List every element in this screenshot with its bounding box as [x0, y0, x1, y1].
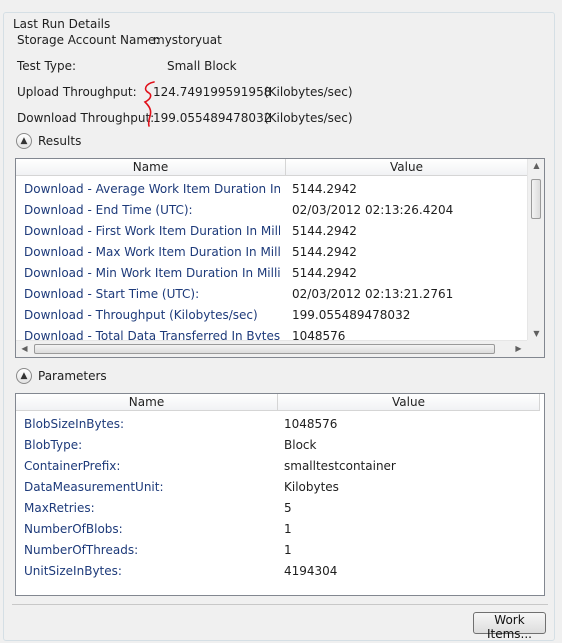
parameters-name-header[interactable]: Name: [16, 394, 278, 411]
row-name-cell: Download - Min Work Item Duration In Mil…: [24, 266, 280, 280]
upload-throughput-label: Upload Throughput:: [17, 85, 137, 99]
results-horizontal-scrollbar[interactable]: ◀ ▶: [16, 340, 527, 357]
row-value-cell: 02/03/2012 02:13:21.2761: [292, 287, 454, 301]
results-collapse-button[interactable]: ▲: [16, 133, 32, 149]
row-name-cell: BlobSizeInBytes:: [24, 417, 125, 431]
row-value-cell: 5144.2942: [292, 245, 357, 259]
row-value-cell: Kilobytes: [284, 480, 339, 494]
row-name-cell: Download - Average Work Item Duration In…: [24, 182, 280, 196]
row-value-cell: 1: [284, 522, 292, 536]
storage-account-value: mystoryuat: [153, 33, 222, 47]
row-value-cell: 199.055489478032: [292, 308, 411, 322]
chevron-up-icon: ▲: [20, 370, 28, 381]
results-value-header[interactable]: Value: [286, 159, 528, 176]
row-name-cell: MaxRetries:: [24, 501, 95, 515]
results-expander-label: Results: [38, 134, 82, 148]
row-name-cell: NumberOfThreads:: [24, 543, 139, 557]
arrow-right-icon[interactable]: ▶: [510, 344, 527, 353]
row-name-cell: Download - First Work Item Duration In M…: [24, 224, 280, 238]
results-vertical-thumb[interactable]: [531, 179, 541, 219]
arrow-down-icon[interactable]: ▼: [528, 329, 544, 338]
row-value-cell: 1048576: [284, 417, 338, 431]
work-items-button[interactable]: Work Items...: [473, 612, 546, 641]
download-throughput-unit: (Kilobytes/sec): [264, 111, 353, 125]
row-value-cell: 5: [284, 501, 292, 515]
arrow-up-icon[interactable]: ▲: [528, 161, 544, 170]
results-name-header[interactable]: Name: [16, 159, 286, 176]
download-throughput-value: 199.055489478032: [153, 111, 272, 125]
row-value-cell: 5144.2942: [292, 182, 357, 196]
results-horizontal-thumb[interactable]: [34, 344, 495, 354]
upload-throughput-value: 124.749199591958: [153, 85, 272, 99]
results-vertical-scrollbar[interactable]: ▲ ▼: [527, 159, 544, 340]
test-type-label: Test Type:: [17, 59, 77, 73]
parameters-collapse-button[interactable]: ▲: [16, 368, 32, 384]
row-value-cell: 1: [284, 543, 292, 557]
red-annotation-mark: [143, 81, 155, 127]
row-name-cell: Download - Start Time (UTC):: [24, 287, 200, 301]
row-name-cell: Download - Throughput (Kilobytes/sec): [24, 308, 258, 322]
test-type-value: Small Block: [167, 59, 237, 73]
row-name-cell: ContainerPrefix:: [24, 459, 121, 473]
group-title: Last Run Details: [10, 17, 114, 31]
chevron-up-icon: ▲: [20, 135, 28, 146]
scrollbar-corner: [527, 340, 544, 357]
results-grid[interactable]: Name Value Download - Average Work Item …: [15, 158, 545, 358]
row-name-cell: UnitSizeInBytes:: [24, 564, 122, 578]
arrow-left-icon[interactable]: ◀: [16, 344, 33, 353]
row-name-cell: Download - Max Work Item Duration In Mil…: [24, 245, 280, 259]
row-value-cell: 02/03/2012 02:13:26.4204: [292, 203, 454, 217]
parameters-value-header[interactable]: Value: [278, 394, 540, 411]
row-value-cell: smalltestcontainer: [284, 459, 396, 473]
row-value-cell: 5144.2942: [292, 224, 357, 238]
row-value-cell: Block: [284, 438, 317, 452]
bottom-divider: [12, 604, 548, 605]
row-name-cell: NumberOfBlobs:: [24, 522, 123, 536]
download-throughput-label: Download Throughput:: [17, 111, 155, 125]
row-value-cell: 4194304: [284, 564, 338, 578]
parameters-expander-label: Parameters: [38, 369, 107, 383]
row-name-cell: DataMeasurementUnit:: [24, 480, 164, 494]
upload-throughput-unit: (Kilobytes/sec): [264, 85, 353, 99]
row-name-cell: Download - End Time (UTC):: [24, 203, 193, 217]
row-value-cell: 5144.2942: [292, 266, 357, 280]
parameters-grid[interactable]: Name Value BlobSizeInBytes: 1048576 BlobTy…: [15, 393, 545, 596]
storage-account-label: Storage Account Name:: [17, 33, 160, 47]
row-name-cell: BlobType:: [24, 438, 83, 452]
